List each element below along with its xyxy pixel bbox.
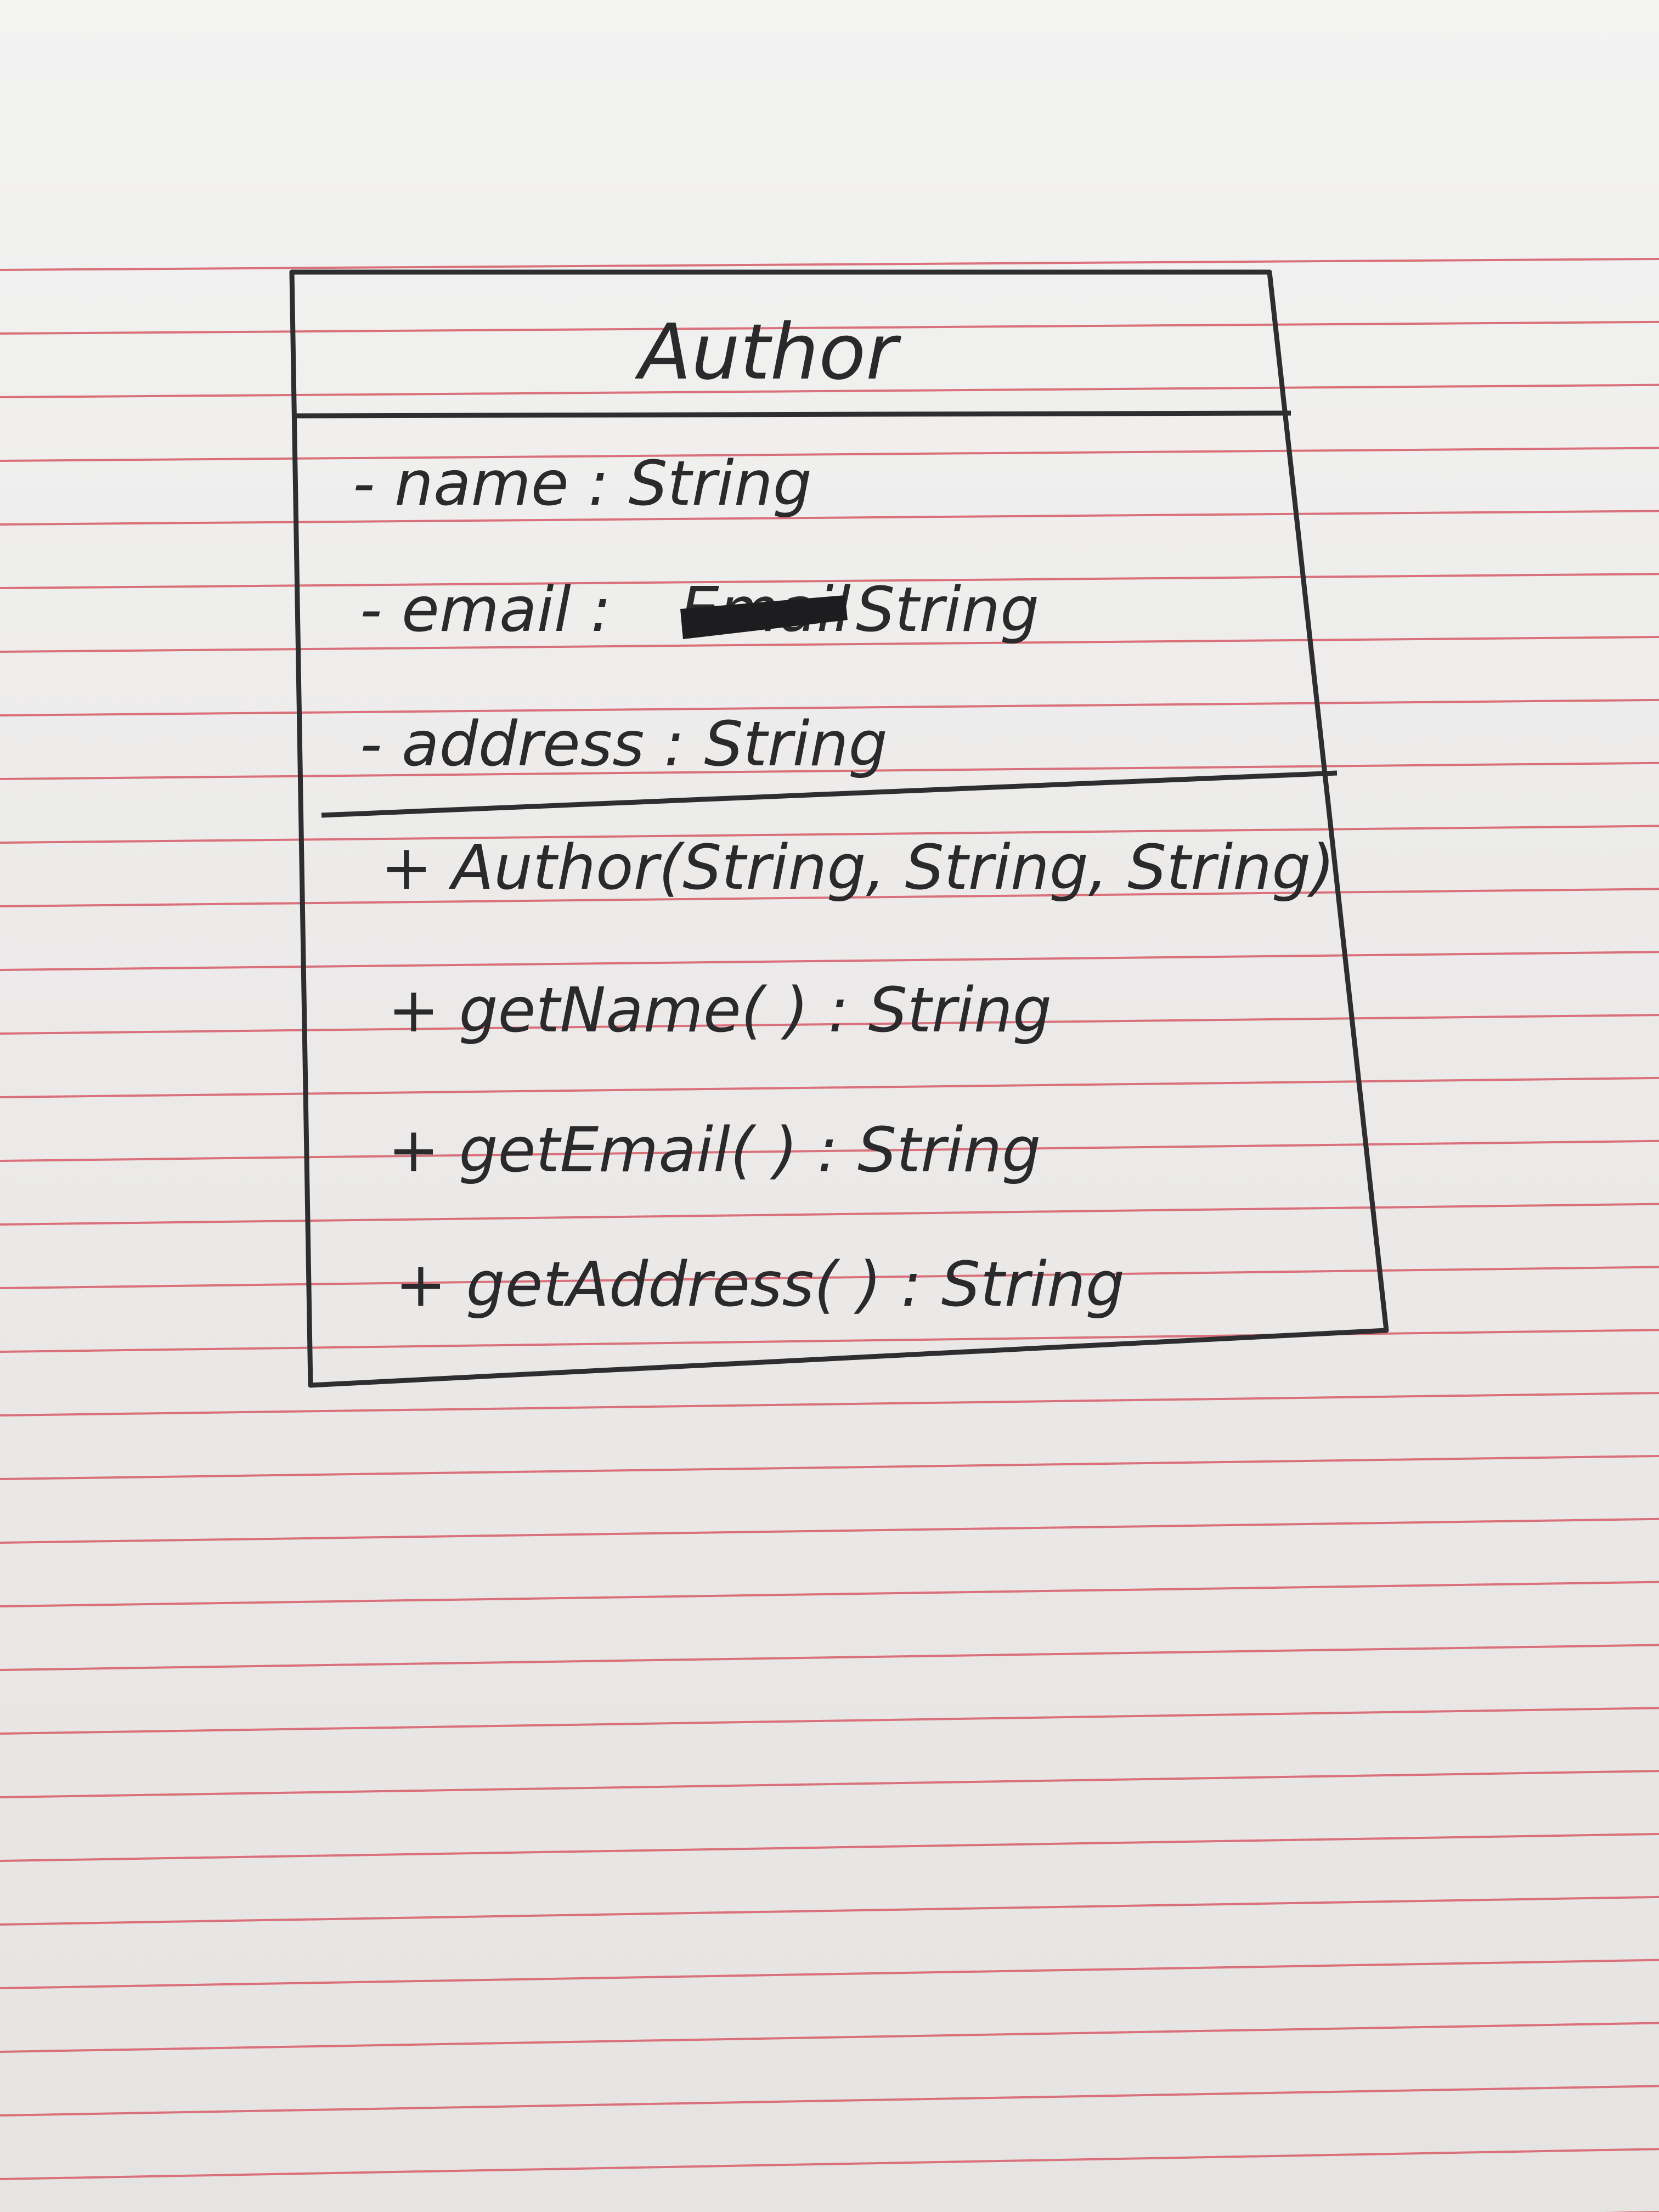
ruled-line: [0, 1895, 1659, 1926]
ruled-line: [0, 2022, 1659, 2053]
attribute-address: - address : String: [360, 709, 888, 780]
attribute-email: - email : Email String: [360, 574, 1039, 646]
ruled-line: [0, 1392, 1659, 1417]
ruled-line: [0, 510, 1659, 526]
ruled-line: [0, 258, 1659, 271]
method-getaddress: + getAddress( ) : String: [395, 1249, 1125, 1321]
method-getemail: + getEmail( ) : String: [388, 1115, 1041, 1186]
ruled-lines: [0, 258, 1659, 2212]
ruled-line: [0, 1770, 1659, 1798]
attribute-email-label: - email :: [360, 574, 611, 646]
notebook-paper: Author - name : String - email : Email S…: [0, 258, 1659, 2212]
ruled-line: [0, 2148, 1659, 2180]
ruled-line: [0, 1329, 1659, 1353]
ruled-line: [0, 1959, 1659, 1989]
attribute-name: - name : String: [353, 448, 812, 520]
attribute-email-type: String: [856, 574, 1039, 646]
ruled-line: [0, 1517, 1659, 1544]
ruled-line: [0, 1076, 1659, 1098]
method-getname: + getName( ) : String: [388, 975, 1052, 1046]
ruled-line: [0, 1644, 1659, 1671]
method-constructor: + Author(String, String, String): [381, 832, 1335, 904]
ruled-line: [0, 951, 1659, 971]
ruled-line: [0, 1454, 1659, 1480]
ruled-line: [0, 1581, 1659, 1607]
class-name: Author: [634, 308, 901, 397]
ruled-line: [0, 1833, 1659, 1862]
ruled-line: [0, 1707, 1659, 1735]
ruled-line: [0, 447, 1659, 462]
ruled-line: [0, 1203, 1659, 1226]
title-divider: [291, 410, 1291, 419]
ruled-line: [0, 2085, 1659, 2117]
